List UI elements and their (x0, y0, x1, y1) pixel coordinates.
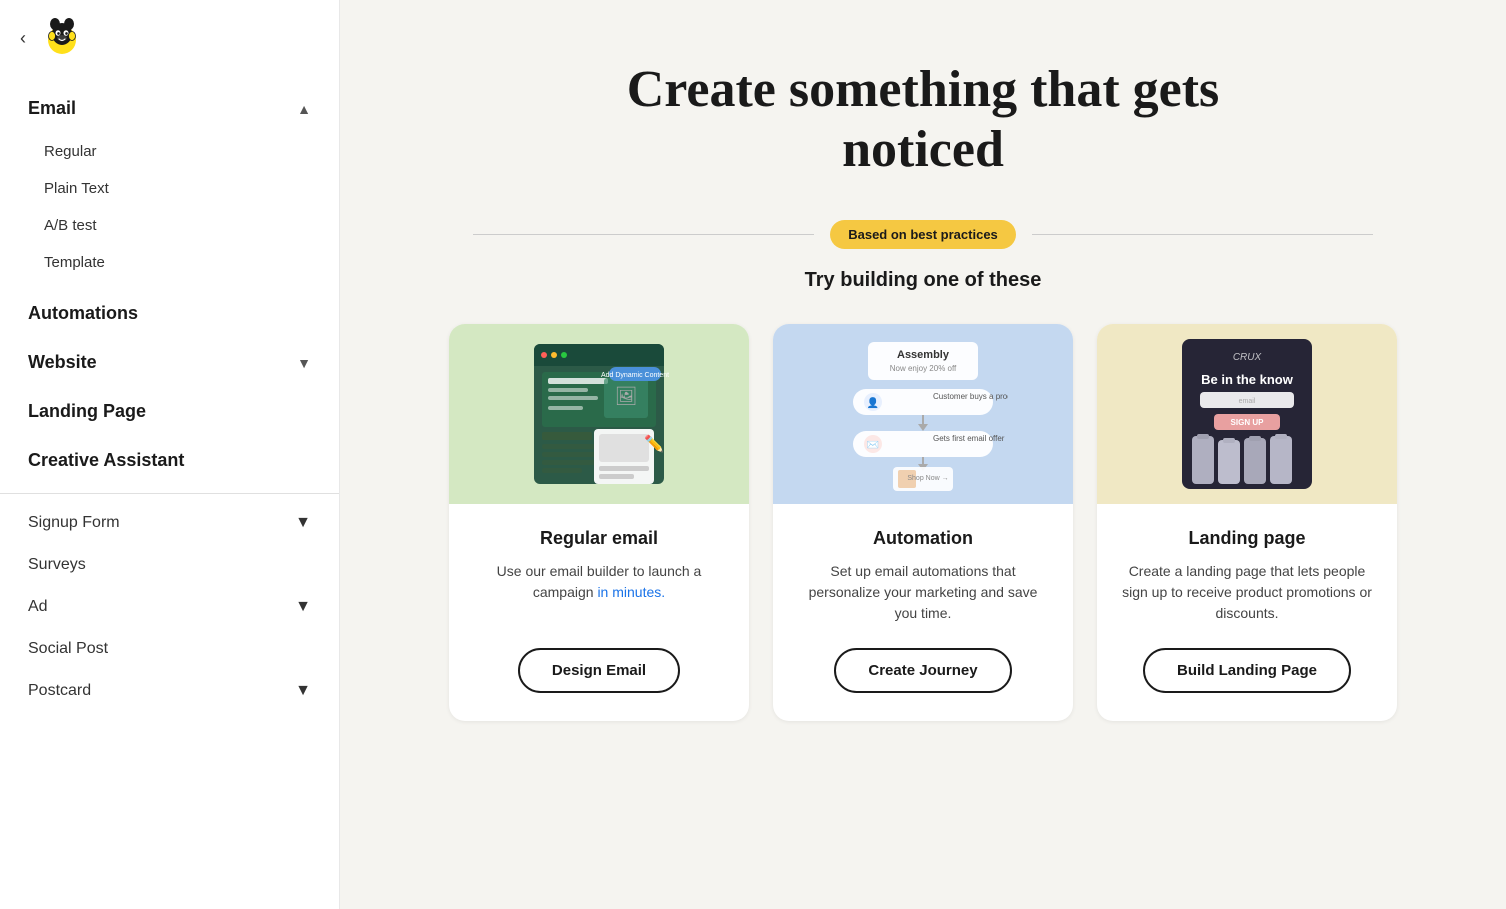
sidebar-item-email[interactable]: Email ▲ (0, 84, 339, 133)
mailchimp-logo (40, 16, 84, 60)
chevron-down-icon: ▼ (297, 355, 311, 371)
divider-section: Based on best practices (473, 220, 1373, 249)
surveys-label: Surveys (28, 556, 86, 574)
postcard-label: Postcard (28, 682, 91, 700)
best-practices-badge: Based on best practices (830, 220, 1016, 249)
card-body-automation: Automation Set up email automations that… (773, 504, 1073, 721)
chevron-down-icon-sf: ▼ (295, 514, 311, 532)
sidebar-item-website[interactable]: Website ▼ (0, 338, 339, 387)
svg-text:Assembly: Assembly (897, 349, 950, 361)
sidebar-item-template[interactable]: Template (0, 244, 339, 281)
automation-illustration: Assembly Now enjoy 20% off 👤 Customer bu… (838, 334, 1008, 494)
chevron-down-icon-ad: ▼ (295, 598, 311, 616)
sidebar-item-automations[interactable]: Automations (0, 289, 339, 338)
card-image-automation: Assembly Now enjoy 20% off 👤 Customer bu… (773, 324, 1073, 504)
nav-section-email: Email ▲ Regular Plain Text A/B test Temp… (0, 84, 339, 289)
svg-text:Gets first email offer: Gets first email offer (933, 434, 1005, 443)
social-post-label: Social Post (28, 640, 108, 658)
card-description-email: Use our email builder to launch a campai… (473, 561, 725, 624)
svg-text:SIGN UP: SIGN UP (1231, 418, 1265, 427)
card-regular-email: 🖼 ✏️ Add Dynamic Content (449, 324, 749, 721)
card-title-landing: Landing page (1189, 528, 1306, 549)
divider-left (473, 234, 814, 235)
cards-container: 🖼 ✏️ Add Dynamic Content (443, 324, 1403, 721)
landing-page-illustration: CRUX Be in the know email SIGN UP (1162, 334, 1332, 494)
sidebar-item-ad[interactable]: Ad ▼ (0, 586, 339, 628)
svg-text:CRUX: CRUX (1233, 352, 1262, 363)
svg-text:✏️: ✏️ (644, 434, 664, 453)
sidebar-divider (0, 493, 339, 494)
sidebar-item-creative-assistant[interactable]: Creative Assistant (0, 436, 339, 485)
card-automation: Assembly Now enjoy 20% off 👤 Customer bu… (773, 324, 1073, 721)
sidebar-item-email-label: Email (28, 98, 76, 119)
ad-label: Ad (28, 598, 48, 616)
svg-text:✉️: ✉️ (867, 440, 879, 451)
svg-text:email: email (1239, 398, 1256, 405)
sidebar-item-creative-assistant-label: Creative Assistant (28, 450, 184, 471)
sidebar-item-signup-form[interactable]: Signup Form ▼ (0, 502, 339, 544)
svg-text:Add Dynamic Content: Add Dynamic Content (601, 372, 669, 379)
email-editor-illustration: 🖼 ✏️ Add Dynamic Content (514, 334, 684, 494)
sidebar-item-landing-page[interactable]: Landing Page (0, 387, 339, 436)
svg-text:Shop Now →: Shop Now → (907, 475, 948, 482)
sidebar-item-landing-page-label: Landing Page (28, 401, 146, 422)
card-title-automation: Automation (873, 528, 973, 549)
chevron-up-icon: ▲ (297, 101, 311, 117)
divider-right (1032, 234, 1373, 235)
card-landing-page: CRUX Be in the know email SIGN UP (1097, 324, 1397, 721)
sidebar-item-social-post[interactable]: Social Post (0, 628, 339, 670)
card-description-automation: Set up email automations that personaliz… (797, 561, 1049, 624)
svg-text:Customer buys a product: Customer buys a product (933, 392, 1008, 401)
sidebar: ‹ Email ▲ Regular (0, 0, 340, 909)
svg-text:🖼: 🖼 (615, 386, 638, 406)
build-landing-page-button[interactable]: Build Landing Page (1143, 648, 1351, 693)
create-journey-button[interactable]: Create Journey (834, 648, 1011, 693)
hero-title: Create something that gets noticed (573, 60, 1273, 180)
sidebar-header: ‹ (0, 0, 339, 76)
svg-text:👤: 👤 (867, 396, 879, 409)
email-sub-items: Regular Plain Text A/B test Template (0, 133, 339, 289)
sidebar-item-plain-text[interactable]: Plain Text (0, 170, 339, 207)
card-title-email: Regular email (540, 528, 658, 549)
main-content: Create something that gets noticed Based… (340, 0, 1506, 909)
card-body-landing: Landing page Create a landing page that … (1097, 504, 1397, 721)
section-subtitle: Try building one of these (805, 269, 1042, 292)
chevron-down-icon-pc: ▼ (295, 682, 311, 700)
sidebar-item-website-label: Website (28, 352, 97, 373)
sidebar-item-ab-test[interactable]: A/B test (0, 207, 339, 244)
sidebar-item-surveys[interactable]: Surveys (0, 544, 339, 586)
design-email-button[interactable]: Design Email (518, 648, 680, 693)
signup-form-label: Signup Form (28, 514, 120, 532)
svg-text:Now enjoy 20% off: Now enjoy 20% off (890, 364, 957, 373)
card-description-landing: Create a landing page that lets people s… (1121, 561, 1373, 624)
back-button[interactable]: ‹ (20, 28, 26, 49)
sidebar-item-postcard[interactable]: Postcard ▼ (0, 670, 339, 712)
card-image-landing: CRUX Be in the know email SIGN UP (1097, 324, 1397, 504)
sidebar-item-regular[interactable]: Regular (0, 133, 339, 170)
card-body-email: Regular email Use our email builder to l… (449, 504, 749, 721)
card-image-email: 🖼 ✏️ Add Dynamic Content (449, 324, 749, 504)
sidebar-item-automations-label: Automations (28, 303, 138, 324)
svg-text:Be in the know: Be in the know (1201, 372, 1294, 387)
sidebar-navigation: Email ▲ Regular Plain Text A/B test Temp… (0, 76, 339, 720)
